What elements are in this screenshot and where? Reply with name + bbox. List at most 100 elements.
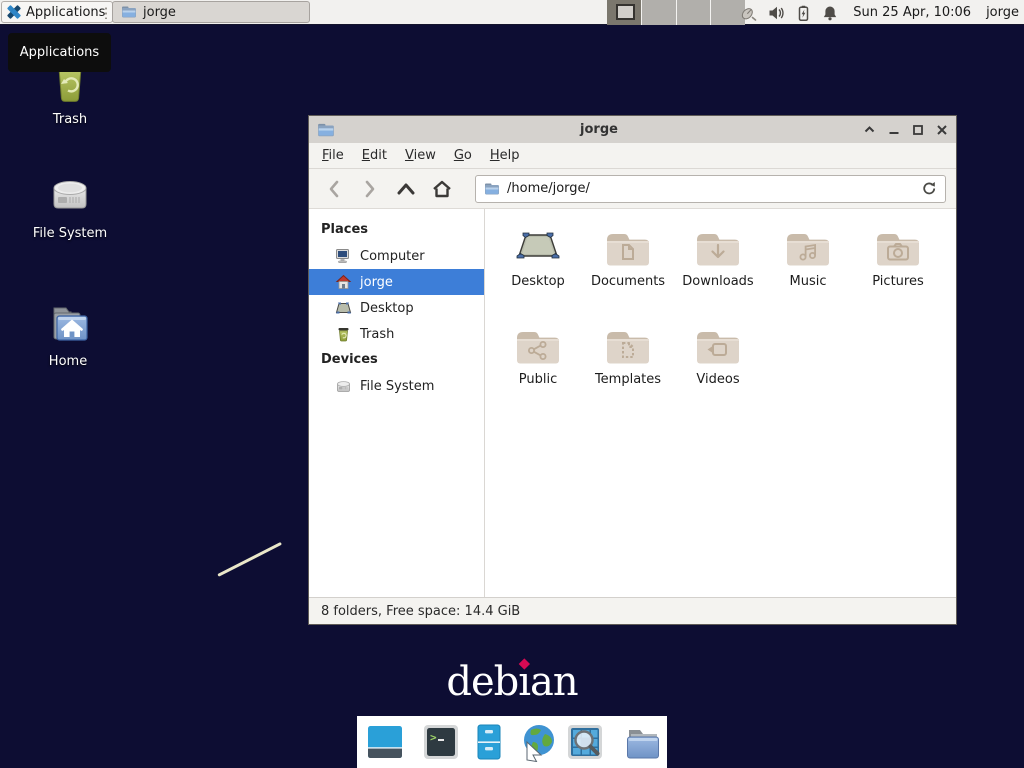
- file-videos[interactable]: Videos: [673, 317, 763, 415]
- maximize-button[interactable]: [911, 123, 924, 136]
- file-downloads[interactable]: Downloads: [673, 219, 763, 317]
- window-titlebar[interactable]: jorge: [309, 116, 956, 143]
- desktop: Applications jorge: [0, 0, 1024, 768]
- location-bar[interactable]: /home/jorge/: [475, 175, 946, 203]
- file-music[interactable]: Music: [763, 219, 853, 317]
- up-button[interactable]: [391, 175, 421, 203]
- workspace-1[interactable]: [607, 0, 641, 25]
- file-label: Videos: [673, 372, 763, 387]
- minimize-button[interactable]: [887, 123, 900, 136]
- file-label: Desktop: [493, 274, 583, 289]
- dock-web-browser-button[interactable]: [517, 721, 557, 763]
- top-panel: Applications jorge: [0, 0, 1024, 25]
- statusbar: 8 folders, Free space: 14.4 GiB: [309, 597, 956, 624]
- status-text: 8 folders, Free space: 14.4 GiB: [321, 604, 520, 619]
- sidebar-item-label: jorge: [360, 275, 393, 290]
- file-label: Public: [493, 372, 583, 387]
- desktop-icon: [514, 227, 562, 269]
- notifications-bell-icon[interactable]: [822, 5, 838, 21]
- mouse-icon[interactable]: [740, 4, 757, 21]
- terminal-icon: >: [421, 722, 461, 762]
- sidebar-item-desktop[interactable]: Desktop: [309, 295, 484, 321]
- panel-drag-handle[interactable]: [104, 6, 108, 19]
- app-finder-icon: [565, 722, 605, 762]
- folder-icon: [621, 722, 661, 762]
- trash-icon: [335, 326, 352, 342]
- battery-icon[interactable]: [796, 5, 811, 21]
- file-label: Templates: [583, 372, 673, 387]
- wallpaper-line-artifact: [217, 542, 282, 577]
- window-folder-icon: [317, 122, 335, 138]
- workspace-window-preview: [616, 4, 635, 20]
- menu-file[interactable]: File: [313, 148, 353, 163]
- file-label: Downloads: [673, 274, 763, 289]
- dock-folder-button[interactable]: [621, 721, 661, 763]
- taskbar-window-button[interactable]: jorge: [112, 1, 310, 23]
- sidebar-item-trash[interactable]: Trash: [309, 321, 484, 347]
- home-icon: [335, 274, 352, 290]
- menu-view[interactable]: View: [396, 148, 445, 163]
- file-label: Documents: [583, 274, 673, 289]
- taskbar-window-label: jorge: [143, 5, 176, 20]
- dock-file-manager-button[interactable]: [469, 721, 509, 763]
- dock-app-finder-button[interactable]: [565, 721, 605, 763]
- pictures-folder-icon: [874, 227, 922, 269]
- panel-username[interactable]: jorge: [986, 5, 1019, 20]
- back-button[interactable]: [319, 175, 349, 203]
- sidebar-item-file-system[interactable]: File System: [309, 373, 484, 399]
- reload-icon[interactable]: [922, 181, 937, 196]
- home-button[interactable]: [427, 175, 457, 203]
- logo-text-post: an: [530, 659, 578, 705]
- folder-icon: [484, 182, 500, 196]
- file-pictures[interactable]: Pictures: [853, 219, 943, 317]
- sidebar-item-jorge[interactable]: jorge: [309, 269, 484, 295]
- web-browser-globe-icon: [517, 722, 557, 762]
- file-label: Pictures: [853, 274, 943, 289]
- file-templates[interactable]: Templates: [583, 317, 673, 415]
- menu-help[interactable]: Help: [481, 148, 529, 163]
- sidebar-header-places: Places: [309, 217, 484, 243]
- file-cabinet-icon: [469, 722, 509, 762]
- logo-text-pre: deb: [446, 659, 518, 705]
- close-button[interactable]: [935, 123, 948, 136]
- toolbar: /home/jorge/: [309, 169, 956, 209]
- shade-button[interactable]: [863, 123, 876, 136]
- sidebar-header-devices: Devices: [309, 347, 484, 373]
- menu-edit[interactable]: Edit: [353, 148, 396, 163]
- tooltip-text: Applications: [20, 45, 99, 60]
- desktop-icon-home[interactable]: Home: [13, 298, 123, 369]
- file-documents[interactable]: Documents: [583, 219, 673, 317]
- dock: >: [357, 716, 667, 768]
- dock-show-desktop-button[interactable]: [365, 721, 405, 763]
- sidebar: Places Computer: [309, 209, 485, 597]
- download-folder-icon: [694, 227, 742, 269]
- file-label: Music: [763, 274, 853, 289]
- videos-folder-icon: [694, 325, 742, 367]
- forward-button[interactable]: [355, 175, 385, 203]
- file-public[interactable]: Public: [493, 317, 583, 415]
- window-controls: [863, 123, 948, 136]
- applications-menu-label: Applications: [26, 5, 105, 20]
- home-folder-icon: [44, 298, 92, 346]
- desktop-icon-label: File System: [15, 226, 125, 241]
- debian-logo: debıan: [446, 659, 577, 705]
- sidebar-item-computer[interactable]: Computer: [309, 243, 484, 269]
- panel-clock[interactable]: Sun 25 Apr, 10:06: [853, 5, 971, 20]
- dock-terminal-button[interactable]: >: [421, 721, 461, 763]
- desktop-icon-file-system[interactable]: File System: [15, 170, 125, 241]
- desktop-icon-label: Home: [13, 354, 123, 369]
- applications-menu-button[interactable]: Applications: [1, 1, 113, 23]
- desktop-icon-label: Trash: [15, 112, 125, 127]
- location-path[interactable]: /home/jorge/: [507, 181, 915, 196]
- file-desktop[interactable]: Desktop: [493, 219, 583, 317]
- menu-go[interactable]: Go: [445, 148, 481, 163]
- workspace-2[interactable]: [642, 0, 676, 25]
- file-manager-window: jorge File Edit View Go Help: [308, 115, 957, 625]
- sidebar-item-label: Desktop: [360, 301, 414, 316]
- window-title: jorge: [335, 122, 863, 137]
- volume-icon[interactable]: [768, 5, 785, 21]
- harddrive-icon: [46, 170, 94, 218]
- desktop-icon: [335, 300, 352, 316]
- workspace-3[interactable]: [677, 0, 711, 25]
- sidebar-item-label: Trash: [360, 327, 394, 342]
